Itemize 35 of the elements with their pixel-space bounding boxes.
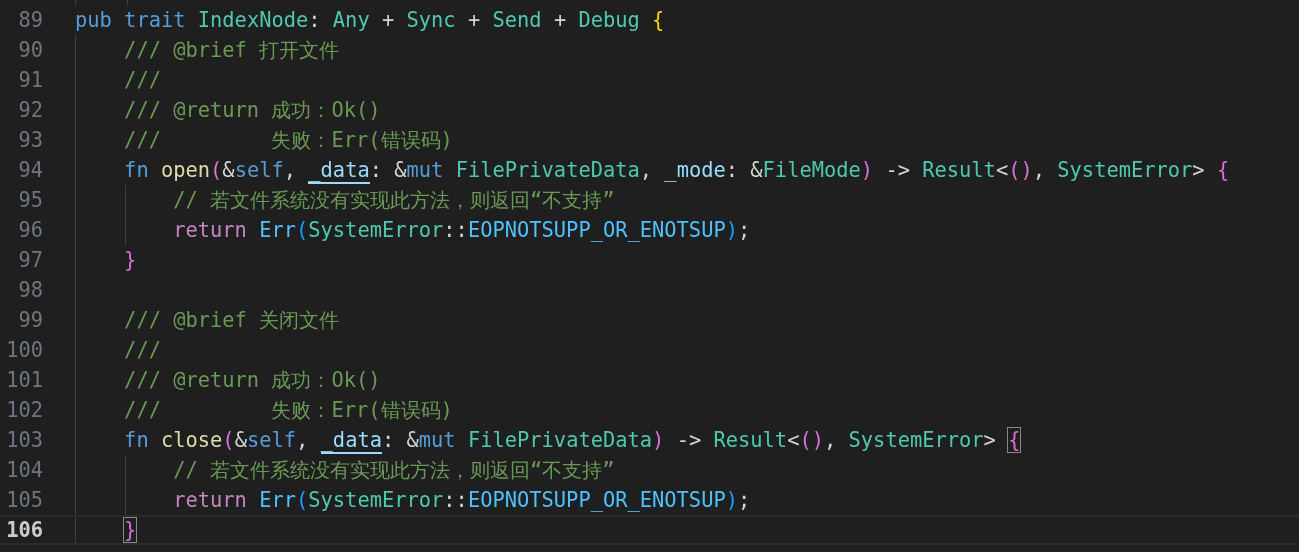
code-line: fn open(&self, _data: &mut FilePrivateData, _mode: &FileMode) -> Result<(), SystemError> { — [123, 158, 1230, 182]
code-line: /// — [123, 338, 161, 362]
code-line: /// 失败：Err(错误码) — [123, 127, 453, 154]
line-number: 96 — [17, 218, 43, 242]
line-number: 100 — [5, 338, 43, 362]
line-number: 102 — [5, 398, 43, 422]
code-line: /// @brief 打开文件 — [123, 37, 340, 64]
line-number: 91 — [17, 68, 43, 92]
line-number: 101 — [5, 368, 43, 392]
code-line: /// — [123, 68, 161, 92]
code-line: /// 失败：Err(错误码) — [123, 397, 453, 424]
line-number: 104 — [5, 458, 43, 482]
code-line: return Err(SystemError::EOPNOTSUPP_OR_ENOTSUP); — [172, 218, 751, 242]
code-line: // 若文件系统没有实现此方法，则返回“不支持” — [172, 187, 615, 214]
line-number: 90 — [17, 38, 43, 62]
code-line: return Err(SystemError::EOPNOTSUPP_OR_ENOTSUP); — [172, 488, 751, 512]
code-line: /// @return 成功：Ok() — [123, 97, 381, 124]
code-line: // 若文件系统没有实现此方法，则返回“不支持” — [172, 457, 615, 484]
line-number: 95 — [17, 188, 43, 212]
line-number: 92 — [17, 98, 43, 122]
line-number: 106 — [5, 518, 43, 542]
line-number: 97 — [17, 248, 43, 272]
line-number: 94 — [17, 158, 43, 182]
code-line: fn close(&self, _data: &mut FilePrivateData) -> Result<(), SystemError> { — [123, 428, 1021, 452]
line-number: 93 — [17, 128, 43, 152]
code-line: pub trait IndexNode: Any + Sync + Send + Debug { — [75, 8, 665, 32]
line-number: 89 — [17, 8, 43, 32]
code-line: /// @brief 关闭文件 — [123, 307, 340, 334]
line-number: 99 — [17, 308, 43, 332]
code-line: } — [123, 518, 137, 542]
line-number: 105 — [5, 488, 43, 512]
line-number: 98 — [17, 278, 43, 302]
code-line: } — [123, 248, 137, 272]
line-number: 103 — [5, 428, 43, 452]
code-line: /// @return 成功：Ok() — [123, 367, 381, 394]
